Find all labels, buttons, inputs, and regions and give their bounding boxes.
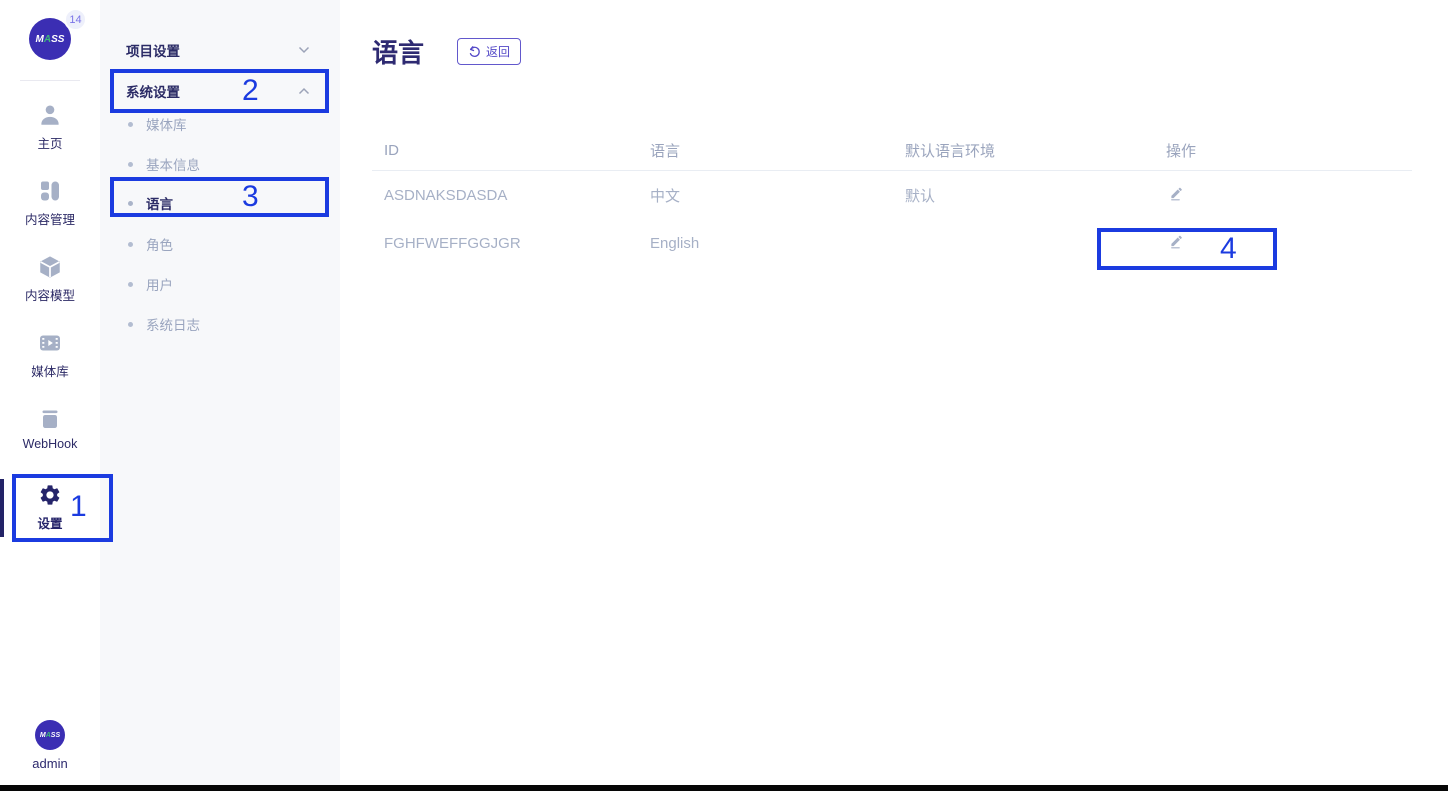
undo-icon <box>468 45 481 58</box>
settings-submenu: 项目设置 系统设置 媒体库 基本信息 语言 角色 用户 系统日志 <box>100 0 340 791</box>
bullet-icon <box>128 162 133 167</box>
group-label: 系统设置 <box>126 81 180 101</box>
sidebar-item-label: 设置 <box>37 513 62 532</box>
rail-divider <box>20 80 80 81</box>
cell-id: FGHFWEFFGGJGR <box>372 235 638 252</box>
back-button-label: 返回 <box>486 43 510 60</box>
language-table: ID 语言 默认语言环境 操作 ASDNAKSDASDA 中文 默认 FGHFW… <box>372 131 1412 267</box>
chevron-up-icon <box>298 87 310 95</box>
sidebar-item-label: WebHook <box>23 437 78 451</box>
column-header-actions: 操作 <box>1154 140 1412 161</box>
grid-icon <box>37 178 63 204</box>
archive-icon <box>37 406 63 432</box>
submenu-item-label: 媒体库 <box>146 114 187 134</box>
main-content: 语言 返回 ID 语言 默认语言环境 操作 ASDNAKSDASDA 中文 默认… <box>340 0 1448 791</box>
sidebar-item-label: 内容管理 <box>25 209 75 228</box>
submenu-group-project-settings[interactable]: 项目设置 <box>100 35 340 65</box>
submenu-group-system-settings[interactable]: 系统设置 <box>100 76 340 106</box>
username: admin <box>0 756 100 771</box>
submenu-item-media-library[interactable]: 媒体库 <box>100 112 340 136</box>
bullet-icon <box>128 201 133 206</box>
submenu-item-label: 语言 <box>146 193 173 213</box>
gear-icon <box>37 482 63 508</box>
table-header-row: ID 语言 默认语言环境 操作 <box>372 131 1412 171</box>
submenu-item-system-log[interactable]: 系统日志 <box>100 312 340 336</box>
bullet-icon <box>128 122 133 127</box>
cell-default-locale: 默认 <box>893 185 1154 206</box>
bottom-edge-bar <box>0 785 1448 791</box>
cell-id: ASDNAKSDASDA <box>372 187 638 204</box>
submenu-item-basic-info[interactable]: 基本信息 <box>100 152 340 176</box>
submenu-item-language[interactable]: 语言 <box>100 191 340 215</box>
submenu-item-label: 角色 <box>146 234 173 254</box>
notification-badge: 14 <box>64 8 87 31</box>
sidebar-item-content-management[interactable]: 内容管理 <box>0 178 100 236</box>
back-button[interactable]: 返回 <box>457 38 521 65</box>
app-logo[interactable]: MASS 14 <box>29 18 71 60</box>
table-row: ASDNAKSDASDA 中文 默认 <box>372 171 1412 219</box>
active-item-indicator <box>0 479 4 537</box>
edit-button[interactable] <box>1168 184 1186 202</box>
user-avatar: MASS <box>35 720 65 750</box>
table-row: FGHFWEFFGGJGR English <box>372 219 1412 267</box>
icon-sidebar: MASS 14 主页 内容管理 内容模型 媒体库 WebHook <box>0 0 100 791</box>
chevron-down-icon <box>298 46 310 54</box>
sidebar-item-home[interactable]: 主页 <box>0 102 100 160</box>
bullet-icon <box>128 282 133 287</box>
cell-language: English <box>638 235 893 252</box>
cell-language: 中文 <box>638 185 893 206</box>
sidebar-item-webhook[interactable]: WebHook <box>0 406 100 464</box>
sidebar-item-label: 主页 <box>37 133 62 152</box>
column-header-default-locale: 默认语言环境 <box>893 140 1154 161</box>
sidebar-item-label: 媒体库 <box>31 361 69 380</box>
column-header-language: 语言 <box>638 140 893 161</box>
column-header-id: ID <box>372 142 638 159</box>
logo-text: MASS <box>36 34 65 45</box>
submenu-item-users[interactable]: 用户 <box>100 272 340 296</box>
sidebar-item-label: 内容模型 <box>25 285 75 304</box>
submenu-item-label: 基本信息 <box>146 154 200 174</box>
cube-icon <box>37 254 63 280</box>
sidebar-item-media-library[interactable]: 媒体库 <box>0 330 100 388</box>
user-icon <box>37 102 63 128</box>
sidebar-item-content-model[interactable]: 内容模型 <box>0 254 100 312</box>
submenu-item-label: 用户 <box>146 274 173 294</box>
submenu-item-label: 系统日志 <box>146 314 200 334</box>
bullet-icon <box>128 242 133 247</box>
edit-button[interactable] <box>1168 232 1186 250</box>
group-label: 项目设置 <box>126 40 180 60</box>
media-icon <box>37 330 63 356</box>
bullet-icon <box>128 322 133 327</box>
sidebar-item-settings[interactable]: 设置 <box>0 482 100 540</box>
user-profile[interactable]: MASS admin <box>0 720 100 771</box>
page-title: 语言 <box>372 33 424 70</box>
submenu-item-roles[interactable]: 角色 <box>100 232 340 256</box>
